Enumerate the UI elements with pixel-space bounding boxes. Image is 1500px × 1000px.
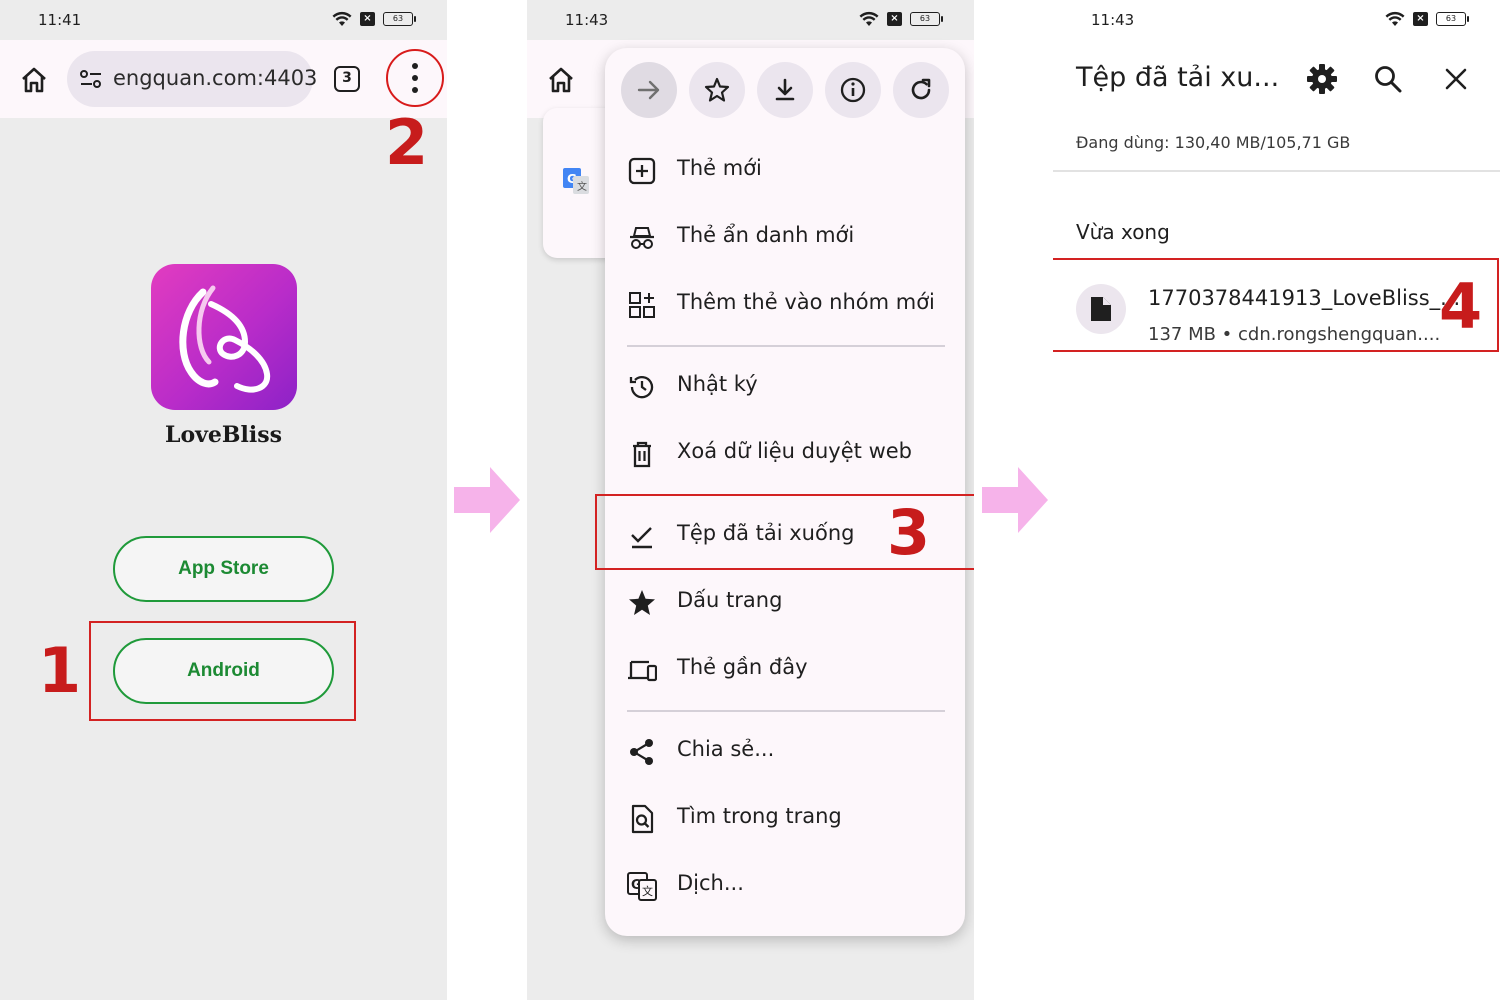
bookmark-button[interactable]	[689, 62, 745, 118]
menu-item-label: Thẻ ẩn danh mới	[677, 223, 855, 247]
status-time: 11:41	[38, 11, 82, 29]
home-icon[interactable]	[545, 64, 577, 96]
menu-item-label: Dấu trang	[677, 588, 783, 612]
step-2-label: 2	[385, 106, 429, 179]
wifi-icon	[1385, 11, 1405, 26]
wifi-icon	[332, 11, 352, 26]
home-icon[interactable]	[18, 64, 50, 96]
menu-item-clear-browsing-data[interactable]: Xoá dữ liệu duyệt web	[605, 425, 965, 481]
menu-item-label: Thẻ gần đây	[677, 655, 808, 679]
devices-icon	[628, 660, 657, 682]
menu-item-label: Dịch...	[677, 871, 744, 895]
menu-item-label: Nhật ký	[677, 372, 758, 396]
app-store-button[interactable]: App Store	[113, 536, 334, 602]
sim-off-icon: ×	[887, 12, 902, 26]
star-icon	[629, 590, 655, 615]
page-info-button[interactable]	[825, 62, 881, 118]
sim-off-icon: ×	[360, 12, 375, 26]
menu-item-label: Thẻ mới	[677, 156, 762, 180]
menu-item-label: Xoá dữ liệu duyệt web	[677, 439, 912, 463]
download-icon	[775, 78, 795, 101]
page-title: Tệp đã tải xu...	[1076, 62, 1280, 93]
menu-item-label: Thêm thẻ vào nhóm mới	[677, 290, 935, 314]
menu-item-bookmarks[interactable]: Dấu trang	[605, 574, 965, 630]
app-name: LoveBliss	[164, 422, 282, 448]
gear-icon[interactable]	[1305, 62, 1339, 96]
arrow-right-icon	[454, 467, 520, 533]
translate-icon: G文	[627, 872, 657, 901]
section-header: Vừa xong	[1076, 220, 1170, 244]
sim-off-icon: ×	[1413, 12, 1428, 26]
menu-item-history[interactable]: Nhật ký	[605, 358, 965, 414]
panel-browser-menu: 11:43 × 63 G 文 Thẻ mới Thẻ ẩn danh mới T…	[527, 0, 974, 1000]
overflow-menu: Thẻ mới Thẻ ẩn danh mới Thêm thẻ vào nhó…	[605, 48, 965, 936]
refresh-icon	[911, 78, 931, 100]
lovebliss-logo-icon	[179, 285, 271, 393]
storage-usage: Đang dùng: 130,40 MB/105,71 GB	[1076, 133, 1351, 152]
wifi-icon	[859, 11, 879, 26]
history-icon	[629, 376, 654, 399]
status-bar: 11:43 × 63	[527, 0, 974, 40]
menu-item-translate[interactable]: G文 Dịch...	[605, 857, 965, 913]
menu-action-row	[621, 62, 949, 118]
step-1-label: 1	[38, 634, 82, 707]
reload-button[interactable]	[893, 62, 949, 118]
download-page-button[interactable]	[757, 62, 813, 118]
menu-item-new-tab[interactable]: Thẻ mới	[605, 142, 965, 198]
menu-item-share[interactable]: Chia sẻ...	[605, 723, 965, 779]
battery-icon: 63	[1436, 12, 1469, 26]
new-tab-icon	[628, 157, 656, 185]
download-item-highlight-box	[1053, 258, 1499, 352]
url-text: engquan.com:4403	[113, 66, 318, 90]
battery-icon: 63	[383, 12, 416, 26]
star-outline-icon	[704, 77, 730, 102]
trash-icon	[633, 441, 651, 468]
step-4-label: 4	[1439, 270, 1483, 343]
status-bar: 11:41 × 63	[0, 0, 447, 40]
menu-item-label: Tìm trong trang	[677, 804, 842, 828]
status-time: 11:43	[565, 11, 609, 29]
close-icon[interactable]	[1439, 62, 1473, 96]
status-bar: 11:43 × 63	[1053, 0, 1500, 40]
tab-group-icon	[629, 292, 655, 318]
google-translate-icon: G 文	[563, 168, 589, 194]
menu-item-find-in-page[interactable]: Tìm trong trang	[605, 790, 965, 846]
menu-item-new-incognito-tab[interactable]: Thẻ ẩn danh mới	[605, 209, 965, 265]
find-in-page-icon	[631, 804, 654, 834]
svg-text:文: 文	[642, 884, 653, 898]
divider	[1053, 170, 1500, 172]
dot	[412, 63, 418, 69]
menu-divider	[627, 345, 945, 347]
share-icon	[630, 739, 653, 765]
panel-downloads-list: 11:43 × 63 Tệp đã tải xu... Đang dùng: 1…	[1053, 0, 1500, 1000]
incognito-icon	[630, 227, 654, 249]
arrow-forward-icon	[637, 80, 660, 100]
menu-item-add-tab-group[interactable]: Thêm thẻ vào nhóm mới	[605, 276, 965, 332]
step-3-label: 3	[887, 496, 931, 569]
status-time: 11:43	[1091, 11, 1135, 29]
menu-divider	[627, 710, 945, 712]
browser-toolbar: engquan.com:4403 3	[0, 40, 447, 118]
dot	[412, 87, 418, 93]
battery-icon: 63	[910, 12, 943, 26]
svg-text:文: 文	[577, 180, 587, 193]
more-options-button[interactable]	[386, 49, 444, 107]
info-icon	[840, 77, 866, 103]
menu-item-label: Chia sẻ...	[677, 737, 775, 761]
search-icon[interactable]	[1371, 62, 1405, 96]
arrow-right-icon	[982, 467, 1048, 533]
menu-item-recent-tabs[interactable]: Thẻ gần đây	[605, 641, 965, 697]
tab-switcher-button[interactable]: 3	[334, 66, 360, 92]
site-settings-icon[interactable]	[79, 68, 103, 90]
android-highlight-box	[89, 621, 356, 721]
app-logo	[151, 264, 297, 410]
dot	[412, 75, 418, 81]
forward-button[interactable]	[621, 62, 677, 118]
panel-browser-download-page: 11:41 × 63 engquan.com:4403 3 2 LoveBlis…	[0, 0, 447, 1000]
address-bar[interactable]: engquan.com:4403	[67, 51, 317, 107]
